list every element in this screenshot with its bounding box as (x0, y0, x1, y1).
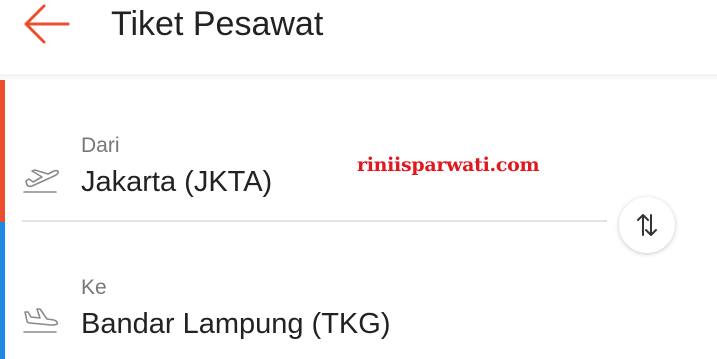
swap-route-button[interactable] (619, 197, 675, 253)
takeoff-plane-icon (23, 169, 60, 193)
destination-value: Bandar Lampung (TKG) (81, 308, 391, 340)
arrow-left-icon (24, 4, 70, 44)
page-title: Tiket Pesawat (111, 4, 324, 43)
destination-field[interactable]: Ke Bandar Lampung (TKG) (0, 270, 610, 359)
origin-label: Dari (81, 134, 120, 157)
landing-plane-icon (23, 308, 59, 333)
app-header: Tiket Pesawat (0, 0, 717, 78)
swap-vertical-icon (637, 214, 657, 236)
field-divider (22, 220, 607, 222)
origin-value: Jakarta (JKTA) (81, 166, 273, 198)
back-button[interactable] (18, 2, 74, 46)
destination-label: Ke (81, 276, 107, 299)
watermark-text: riniisparwati.com (357, 154, 540, 176)
